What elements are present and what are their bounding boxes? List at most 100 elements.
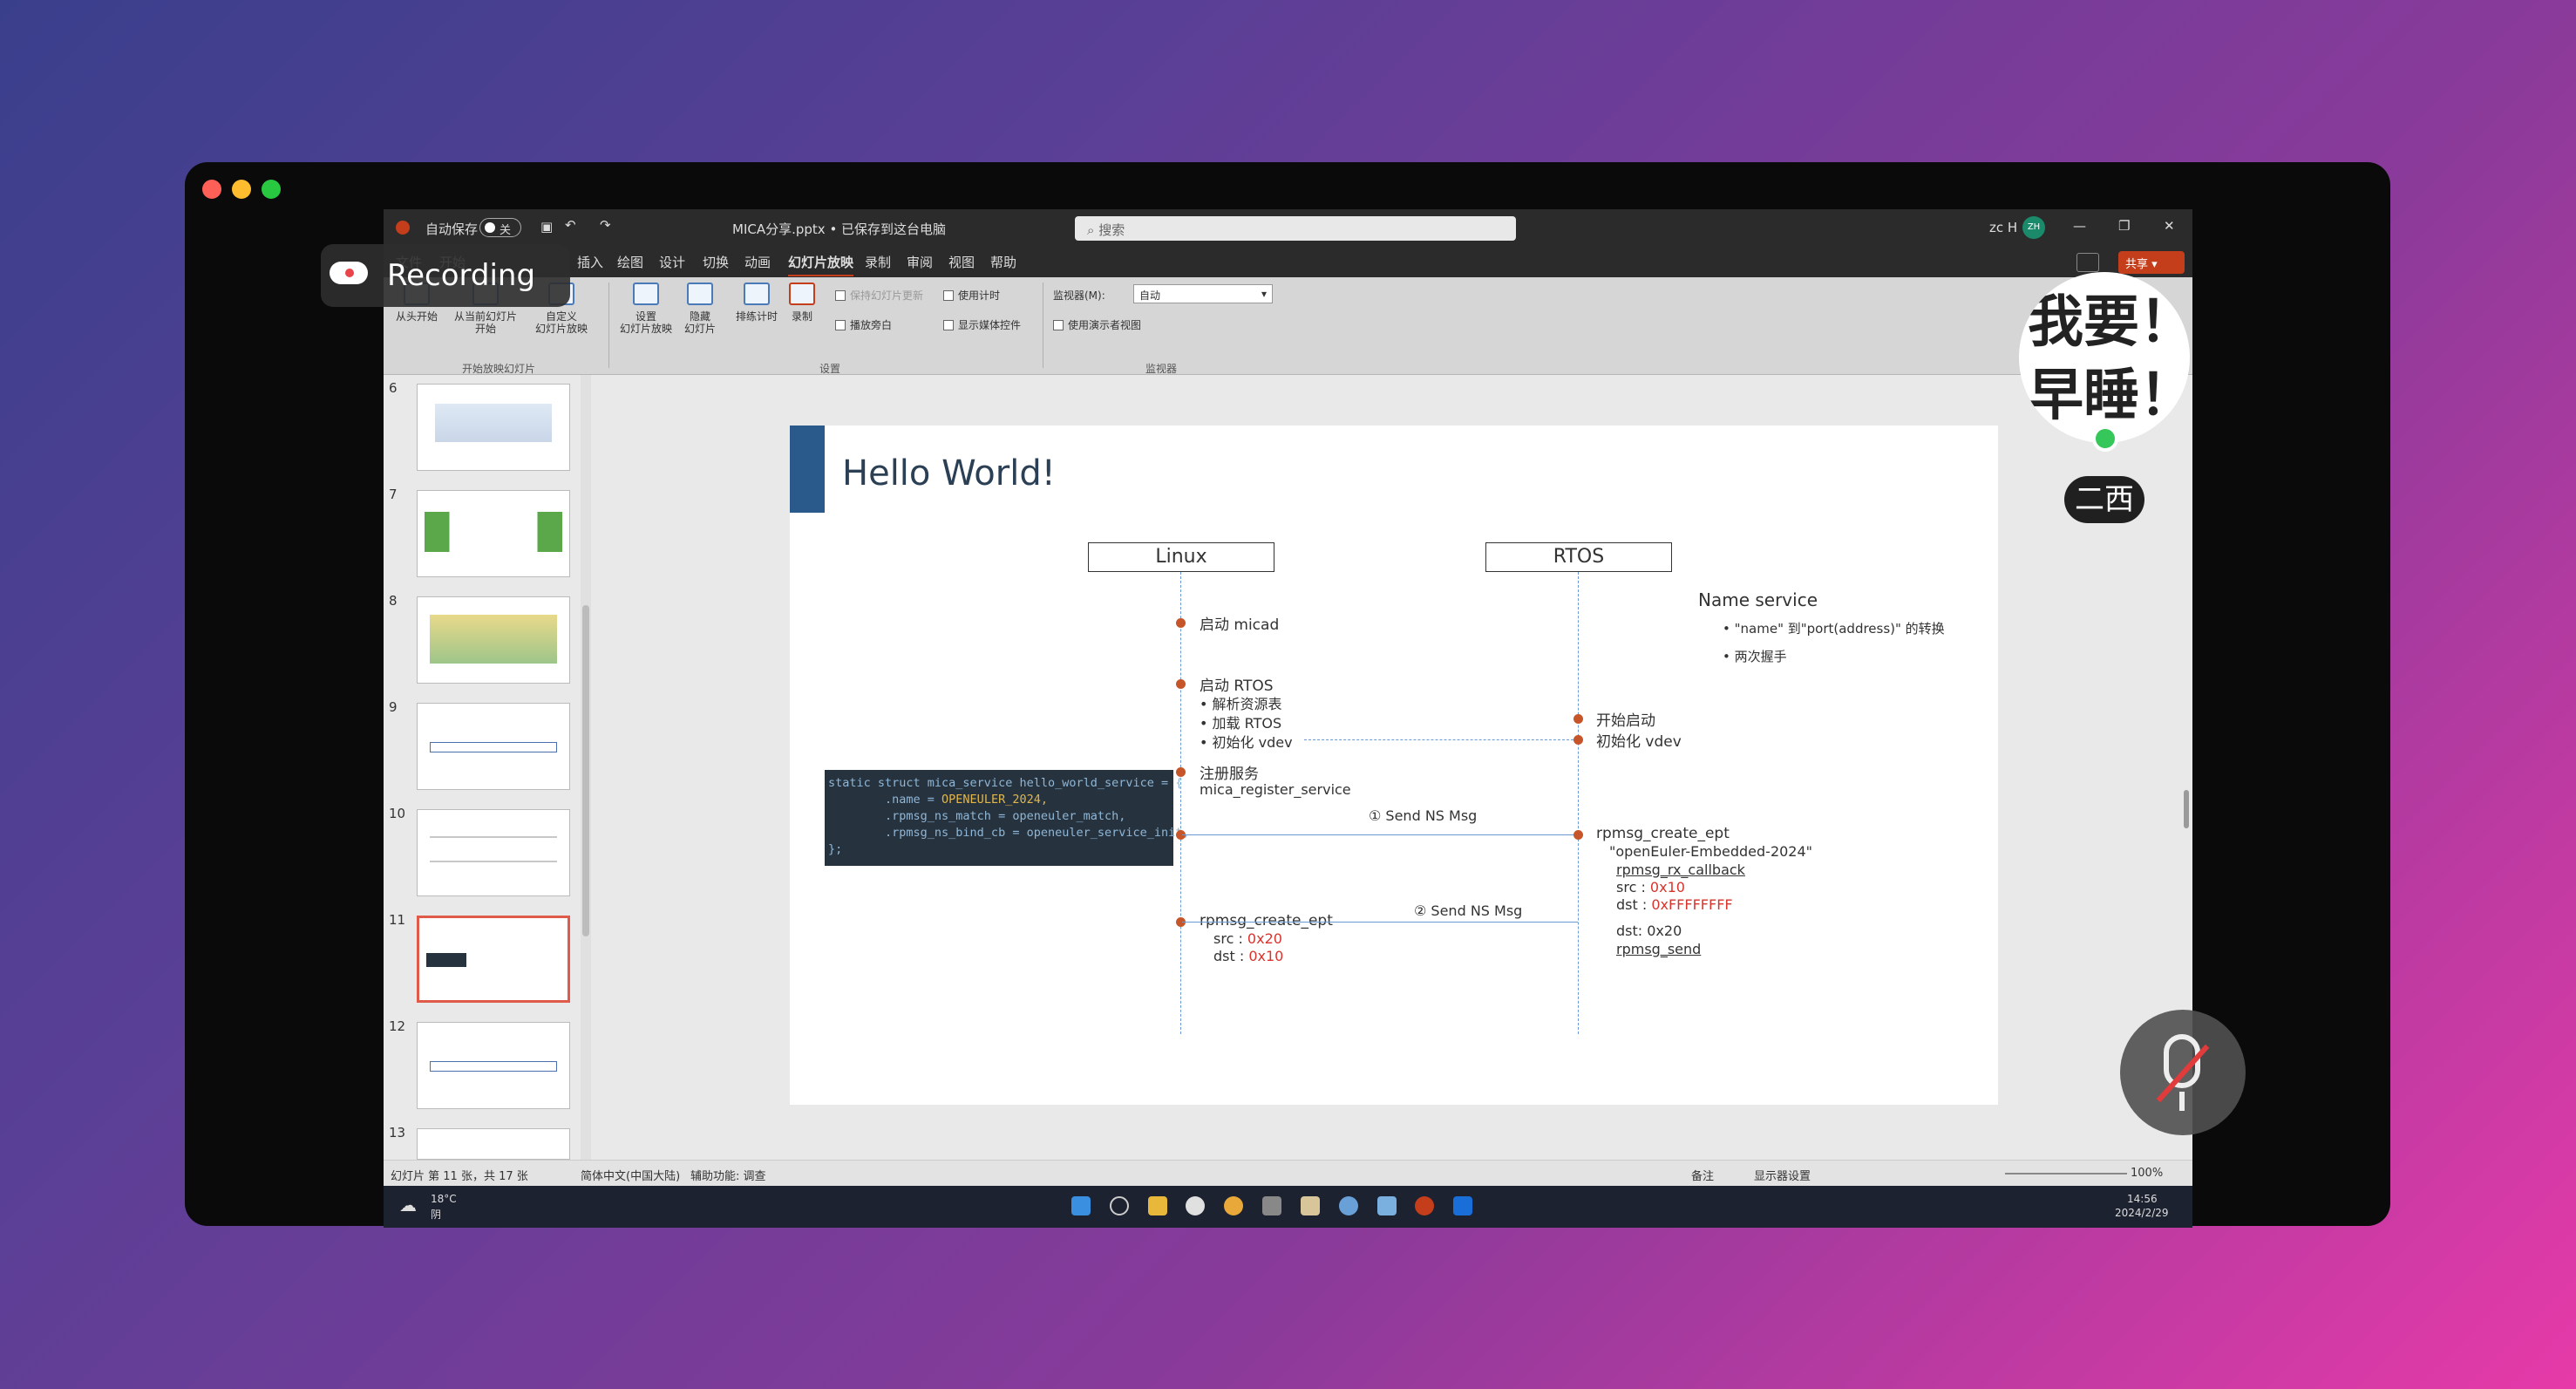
send-arrow-1 [1182, 834, 1578, 835]
tab-help[interactable]: 帮助 [990, 253, 1016, 271]
rehearse-button[interactable]: 排练计时 [731, 283, 783, 323]
thumb-slide-13[interactable] [417, 1128, 570, 1160]
powerpoint-icon [396, 221, 410, 235]
tab-animations[interactable]: 动画 [744, 253, 771, 271]
tab-view[interactable]: 视图 [948, 253, 975, 271]
redo-icon[interactable]: ↷ [600, 217, 611, 233]
weather-desc: 阴 [431, 1209, 442, 1221]
chrome-icon[interactable] [1224, 1196, 1244, 1215]
event-dot [1573, 735, 1583, 745]
group-start-label: 开始放映幻灯片 [462, 363, 536, 375]
powerpoint-window: 自动保存 关 ▣ ↶ ↷ MICA分享.pptx • 已保存到这台电脑 ⌕ 搜索… [384, 209, 2192, 1228]
bullet-parse-rsc: 解析资源表 [1212, 696, 1282, 712]
notes-button[interactable]: 备注 [1691, 1167, 1714, 1183]
event-dot [1176, 618, 1186, 628]
chat-icon[interactable] [1186, 1196, 1206, 1215]
thumb-slide-6[interactable] [417, 384, 570, 471]
avatar[interactable]: ZH [2022, 216, 2045, 239]
tab-draw[interactable]: 绘图 [617, 253, 643, 271]
linux-lifeline [1180, 572, 1181, 1034]
start-icon[interactable] [1071, 1196, 1091, 1215]
slide-counter: 幻灯片 第 11 张，共 17 张 [391, 1170, 528, 1183]
linux-dst-value: 0x10 [1248, 948, 1284, 964]
close-dot[interactable] [202, 180, 221, 199]
tab-design[interactable]: 设计 [659, 253, 685, 271]
app-icon[interactable] [1453, 1196, 1473, 1215]
use-timing-checkbox[interactable]: 使用计时 [943, 288, 1000, 303]
comment-icon[interactable] [2076, 253, 2099, 272]
vscode-icon[interactable] [1376, 1196, 1397, 1215]
thumb-slide-8[interactable] [417, 596, 570, 684]
monitor-label: 监视器(M): [1053, 289, 1105, 302]
zoom-slider[interactable] [2005, 1173, 2127, 1175]
register-service: 注册服务 [1200, 766, 1259, 783]
thumb-number: 9 [389, 699, 398, 715]
event-dot [1573, 830, 1583, 840]
send-arrow-2 [1182, 922, 1578, 923]
search-icon: ⌕ [1087, 222, 1095, 238]
share-button[interactable]: 共享 ▾ [2118, 251, 2185, 274]
minimize-icon[interactable]: — [2073, 218, 2086, 234]
tab-transitions[interactable]: 切换 [703, 253, 729, 271]
zoom-level[interactable]: 100% [2131, 1167, 2163, 1180]
thumb-slide-7[interactable] [417, 490, 570, 577]
linux-box: Linux [1088, 542, 1274, 572]
tab-record[interactable]: 录制 [865, 253, 891, 271]
keep-updated-checkbox[interactable]: 保持幻灯片更新 [835, 288, 923, 303]
file-name[interactable]: MICA分享.pptx • 已保存到这台电脑 [732, 220, 946, 238]
zoom-dot[interactable] [262, 180, 281, 199]
accessibility[interactable]: 辅助功能: 调查 [690, 1167, 766, 1183]
slide-thumbnails: 6 7 8 9 10 11 12 13 [384, 375, 593, 1160]
undo-icon[interactable]: ↶ [565, 217, 576, 233]
play-narration-checkbox[interactable]: 播放旁白 [835, 317, 892, 332]
thumb-slide-12[interactable] [417, 1022, 570, 1109]
slide-title: Hello World! [842, 453, 1056, 494]
show-media-checkbox[interactable]: 显示媒体控件 [943, 317, 1021, 332]
close-icon[interactable]: ✕ [2164, 218, 2175, 234]
taskbar: ☁ 18°C 阴 14:56 2024/2/29 [384, 1186, 2192, 1228]
thumb-scrollbar[interactable] [581, 375, 591, 1160]
ept-name: "openEuler-Embedded-2024" [1609, 843, 1813, 860]
name-service-title: Name service [1698, 589, 1818, 610]
title-bar: 自动保存 关 ▣ ↶ ↷ MICA分享.pptx • 已保存到这台电脑 ⌕ 搜索… [384, 209, 2192, 246]
monitor-select[interactable]: 自动 ▾ [1133, 284, 1273, 303]
search-icon[interactable] [1109, 1196, 1129, 1215]
weather-icon: ☁ [399, 1195, 417, 1215]
search-box[interactable]: ⌕ 搜索 [1075, 216, 1516, 241]
thumb-slide-10[interactable] [417, 809, 570, 896]
group-monitor-label: 监视器 [1145, 363, 1178, 375]
rx-callback: rpmsg_rx_callback [1616, 861, 1745, 878]
tab-review[interactable]: 审阅 [907, 253, 933, 271]
language[interactable]: 简体中文(中国大陆) [581, 1167, 680, 1183]
restore-icon[interactable]: ❐ [2118, 218, 2130, 234]
mute-button[interactable] [2120, 1010, 2246, 1135]
app-icon[interactable] [1338, 1196, 1358, 1215]
sticker-line-2: 早睡！ [2028, 364, 2190, 428]
hide-slide-button[interactable]: 隐藏 幻灯片 [678, 283, 722, 335]
thumb-slide-11[interactable] [417, 916, 570, 1003]
ribbon: 从头开始 从当前幻灯片 开始 自定义 幻灯片放映 开始放映幻灯片 设置 幻灯片放… [384, 277, 2192, 375]
mic-active-icon [2092, 426, 2118, 452]
cloud-icon [330, 262, 368, 284]
bullet-init-vdev: 初始化 vdev [1212, 734, 1293, 751]
app-icon[interactable] [1300, 1196, 1320, 1215]
powerpoint-icon[interactable] [1415, 1196, 1435, 1215]
sticker-avatar: 我要！ 早睡！ [2019, 272, 2190, 443]
tab-slideshow[interactable]: 幻灯片放映 [788, 253, 854, 276]
record-button[interactable]: 录制 [785, 283, 819, 323]
setup-show-button[interactable]: 设置 幻灯片放映 [615, 283, 676, 335]
display-settings[interactable]: 显示器设置 [1754, 1167, 1811, 1183]
thumb-slide-9[interactable] [417, 703, 570, 790]
app-icon[interactable] [1262, 1196, 1282, 1215]
clock-time: 14:56 [2127, 1193, 2158, 1205]
thumb-number: 8 [389, 593, 398, 609]
participant-name: 二西 [2064, 476, 2144, 523]
save-icon[interactable]: ▣ [540, 219, 553, 235]
slide: Hello World! Linux RTOS 启动 micad 启动 RTOS… [790, 426, 1998, 1105]
tab-insert[interactable]: 插入 [577, 253, 603, 271]
autosave-toggle[interactable]: 关 [479, 218, 521, 237]
minimize-dot[interactable] [232, 180, 251, 199]
explorer-icon[interactable] [1147, 1196, 1167, 1215]
presenter-view-checkbox[interactable]: 使用演示者视图 [1053, 317, 1141, 332]
thumb-number: 11 [389, 912, 406, 928]
